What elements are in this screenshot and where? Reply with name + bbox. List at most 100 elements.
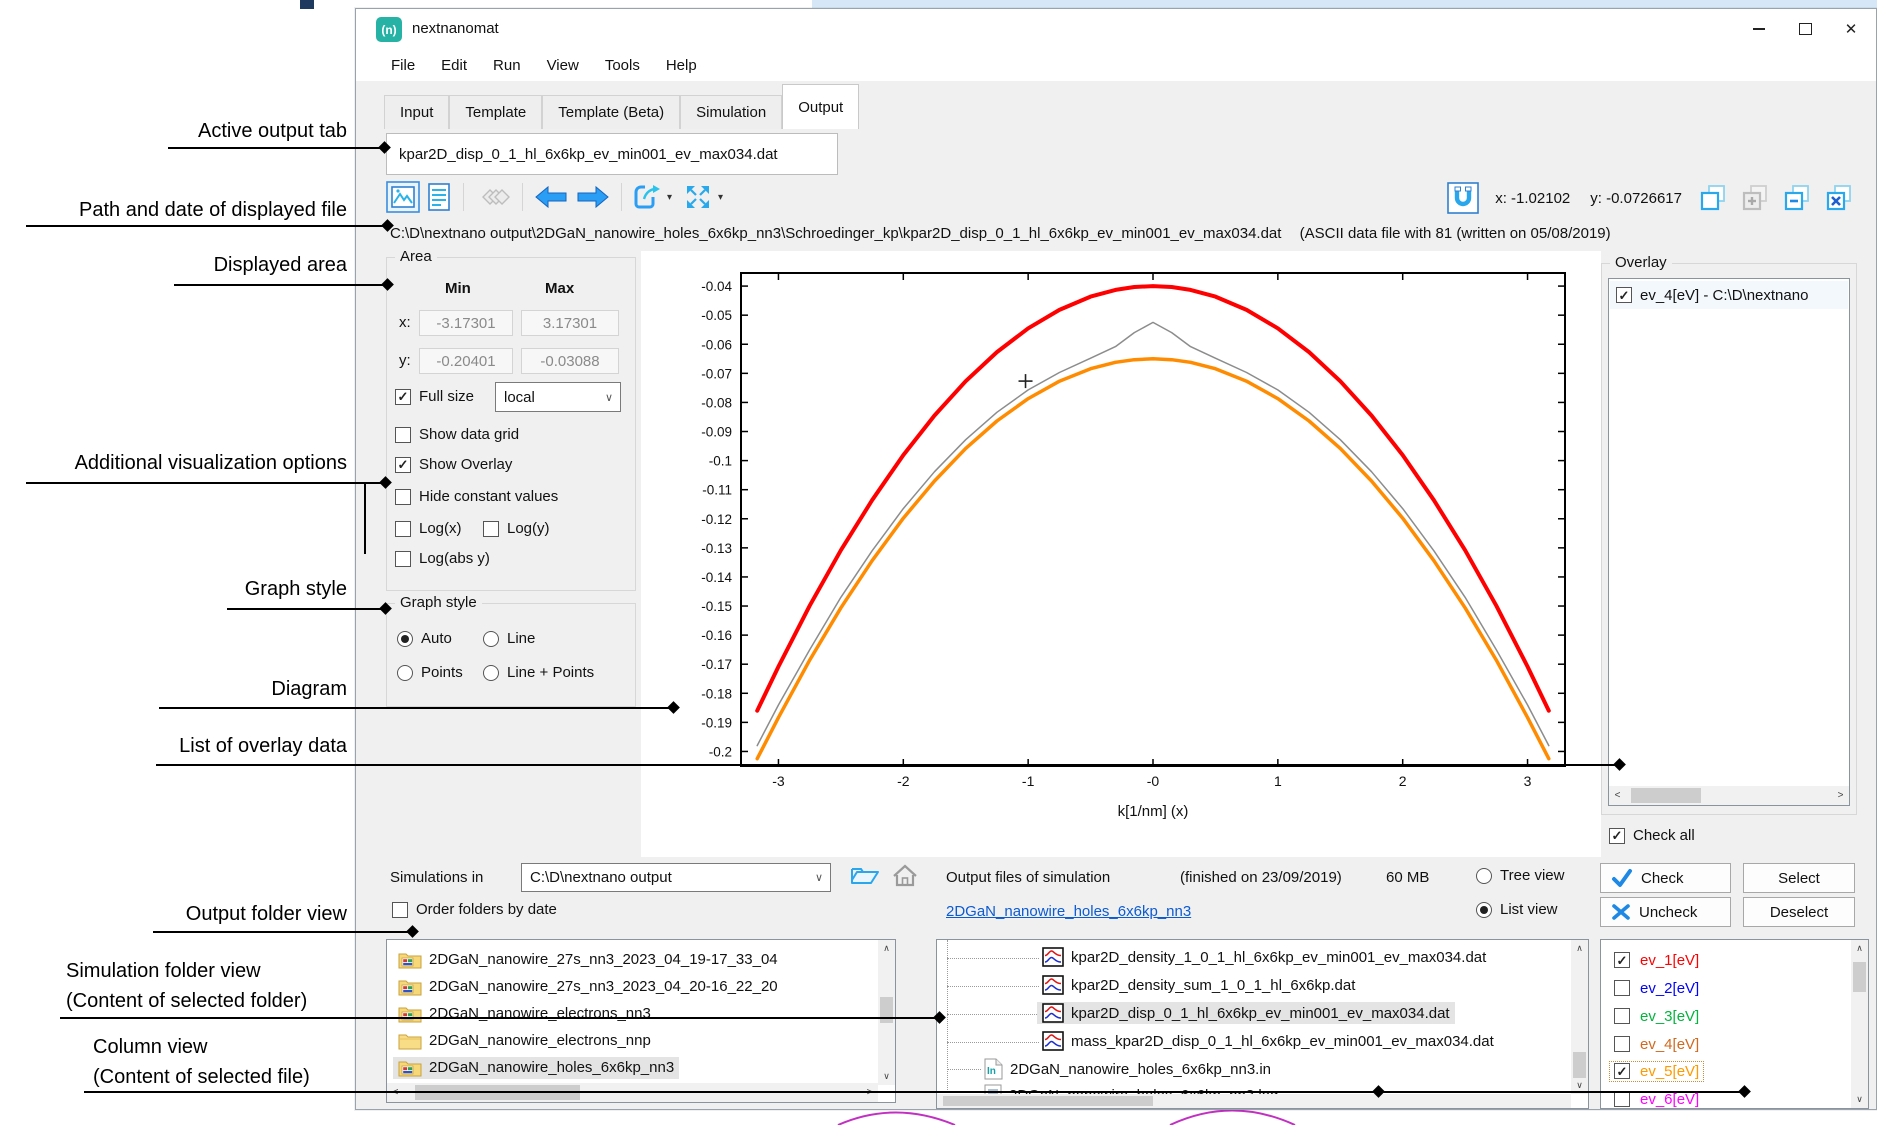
column-checkbox[interactable]: ✓ xyxy=(1614,1063,1630,1079)
plot-view-icon[interactable] xyxy=(384,179,422,215)
folder-row[interactable]: 2DGaN_nanowire_electrons_nnp xyxy=(387,1027,895,1054)
diagram-canvas[interactable]: -3-2-1-0123-0.04-0.05-0.06-0.07-0.08-0.0… xyxy=(641,251,1601,857)
file-row[interactable]: mass_kpar2D_disp_0_1_hl_6x6kp_ev_min001_… xyxy=(937,1029,1588,1056)
order-folders-checkbox[interactable] xyxy=(392,902,408,918)
file-row[interactable]: kpar2D_disp_0_1_hl_6x6kp_ev_min001_ev_ma… xyxy=(937,1001,1588,1028)
tab-input[interactable]: Input xyxy=(384,95,449,129)
column-row-ev-2-ev[interactable]: ev_2[eV] xyxy=(1601,975,1848,1001)
menu-edit[interactable]: Edit xyxy=(428,57,480,74)
folder-row[interactable]: 2DGaN_nanowire_holes_6x6kp_nn3 xyxy=(387,1054,895,1081)
scrollbar-thumb[interactable] xyxy=(1853,962,1866,992)
tab-template[interactable]: Template xyxy=(449,95,542,129)
log-abs-y-checkbox[interactable] xyxy=(395,551,411,567)
output-folder-list[interactable]: 2DGaN_nanowire_27s_nn3_2023_04_19-17_33_… xyxy=(386,939,896,1103)
scroll-left-icon[interactable]: < xyxy=(387,1083,404,1102)
tree-view-radio[interactable] xyxy=(1476,868,1492,884)
y-max-field[interactable]: -0.03088 xyxy=(521,348,619,374)
back-arrow-icon[interactable] xyxy=(530,179,572,215)
minimize-button[interactable] xyxy=(1736,9,1782,49)
pages-stack-icon[interactable] xyxy=(471,179,515,215)
scroll-right-icon[interactable]: > xyxy=(1832,786,1849,805)
check-all-checkbox[interactable]: ✓ xyxy=(1609,828,1625,844)
remove-window-icon[interactable] xyxy=(1780,180,1814,216)
column-checkbox[interactable] xyxy=(1614,1091,1630,1107)
log-y-checkbox[interactable] xyxy=(483,521,499,537)
tree-view-option[interactable]: Tree view xyxy=(1476,867,1564,884)
scale-select[interactable]: local ∨ xyxy=(495,382,621,412)
file-row[interactable]: kpar2D_density_sum_1_0_1_hl_6x6kp.dat xyxy=(937,973,1588,1000)
check-all-option[interactable]: ✓ Check all xyxy=(1609,827,1695,844)
fit-dropdown-caret-icon[interactable]: ▾ xyxy=(718,192,723,203)
open-folder-icon[interactable] xyxy=(850,863,880,889)
x-min-field[interactable]: -3.17301 xyxy=(419,310,513,336)
column-checkbox[interactable]: ✓ xyxy=(1614,952,1630,968)
menu-view[interactable]: View xyxy=(534,57,592,74)
tab-template-beta[interactable]: Template (Beta) xyxy=(542,95,680,129)
home-icon[interactable] xyxy=(891,863,919,889)
line-radio[interactable] xyxy=(483,631,499,647)
column-row-ev-4-ev[interactable]: ev_4[eV] xyxy=(1601,1031,1848,1057)
data-view-icon[interactable] xyxy=(422,179,456,215)
option-log-y[interactable]: Log(y) xyxy=(483,520,550,537)
option-show-overlay[interactable]: ✓Show Overlay xyxy=(395,456,512,473)
scrollbar-thumb[interactable] xyxy=(1573,1052,1586,1078)
forward-arrow-icon[interactable] xyxy=(572,179,614,215)
list-view-radio[interactable] xyxy=(1476,902,1492,918)
scrollbar-thumb[interactable] xyxy=(1631,788,1701,803)
scrollbar-thumb[interactable] xyxy=(943,1096,1153,1106)
scroll-down-icon[interactable]: ∨ xyxy=(1851,1091,1868,1108)
file-list-vscrollbar[interactable]: ∧ ∨ xyxy=(1571,940,1588,1094)
scroll-up-icon[interactable]: ∧ xyxy=(1851,940,1868,957)
full-size-checkbox[interactable]: ✓ xyxy=(395,389,411,405)
column-checkbox[interactable] xyxy=(1614,980,1630,996)
snap-magnet-icon[interactable] xyxy=(1445,180,1481,216)
graph-style-auto[interactable]: Auto xyxy=(397,630,452,647)
scroll-down-icon[interactable]: ∨ xyxy=(878,1068,895,1085)
close-button[interactable]: ✕ xyxy=(1828,9,1874,49)
scroll-right-icon[interactable]: > xyxy=(861,1083,878,1102)
tab-simulation[interactable]: Simulation xyxy=(680,95,782,129)
option-log-abs-y[interactable]: Log(abs y) xyxy=(395,550,490,567)
folder-list-vscrollbar[interactable]: ∧ ∨ xyxy=(878,940,895,1085)
menu-tools[interactable]: Tools xyxy=(592,57,653,74)
column-view-list[interactable]: ✓ev_1[eV]ev_2[eV]ev_3[eV]ev_4[eV]✓ev_5[e… xyxy=(1600,939,1869,1109)
column-row-ev-6-ev[interactable]: ev_6[eV] xyxy=(1601,1086,1848,1109)
column-row-ev-5-ev[interactable]: ✓ev_5[eV] xyxy=(1601,1058,1848,1084)
fit-expand-icon[interactable] xyxy=(680,179,716,215)
file-row[interactable]: In2DGaN_nanowire_holes_6x6kp_nn3.in xyxy=(937,1056,1588,1083)
file-row[interactable]: kpar2D_density_1_0_1_hl_6x6kp_ev_min001_… xyxy=(937,945,1588,972)
scrollbar-thumb[interactable] xyxy=(415,1085,580,1100)
menu-run[interactable]: Run xyxy=(480,57,534,74)
column-row-ev-3-ev[interactable]: ev_3[eV] xyxy=(1601,1003,1848,1029)
graph-style-line-points[interactable]: Line + Points xyxy=(483,664,594,681)
menu-file[interactable]: File xyxy=(378,57,428,74)
auto-radio[interactable] xyxy=(397,631,413,647)
column-list-vscrollbar[interactable]: ∧ ∨ xyxy=(1851,940,1868,1108)
export-icon[interactable] xyxy=(629,179,665,215)
tab-output[interactable]: Output xyxy=(782,84,859,129)
line-points-radio[interactable] xyxy=(483,665,499,681)
scroll-up-icon[interactable]: ∧ xyxy=(878,940,895,957)
single-window-icon[interactable] xyxy=(1696,180,1730,216)
scroll-up-icon[interactable]: ∧ xyxy=(1571,940,1588,957)
folder-row[interactable]: 2DGaN_nanowire_electrons_nn3 xyxy=(387,1000,895,1027)
active-output-document-tab[interactable]: kpar2D_disp_0_1_hl_6x6kp_ev_min001_ev_ma… xyxy=(386,133,838,175)
log-x-checkbox[interactable] xyxy=(395,521,411,537)
scrollbar-thumb[interactable] xyxy=(880,997,893,1023)
points-radio[interactable] xyxy=(397,665,413,681)
y-min-field[interactable]: -0.20401 xyxy=(419,348,513,374)
simulations-path-combobox[interactable]: C:\D\nextnano output ∨ xyxy=(521,863,831,892)
overlay-list-hscrollbar[interactable]: < > xyxy=(1609,786,1849,805)
show-data-grid-checkbox[interactable] xyxy=(395,427,411,443)
option-log-x[interactable]: Log(x) xyxy=(395,520,462,537)
file-list-hscrollbar[interactable] xyxy=(937,1094,1571,1108)
x-max-field[interactable]: 3.17301 xyxy=(521,310,619,336)
column-row-ev-1-ev[interactable]: ✓ev_1[eV] xyxy=(1601,947,1848,973)
simulation-folder-link[interactable]: 2DGaN_nanowire_holes_6x6kp_nn3 xyxy=(946,903,1191,920)
full-size-option[interactable]: ✓ Full size xyxy=(395,388,474,405)
option-show-data-grid[interactable]: Show data grid xyxy=(395,426,519,443)
list-view-option[interactable]: List view xyxy=(1476,901,1558,918)
deselect-button[interactable]: Deselect xyxy=(1743,897,1855,927)
hide-constant-values-checkbox[interactable] xyxy=(395,489,411,505)
column-checkbox[interactable] xyxy=(1614,1036,1630,1052)
